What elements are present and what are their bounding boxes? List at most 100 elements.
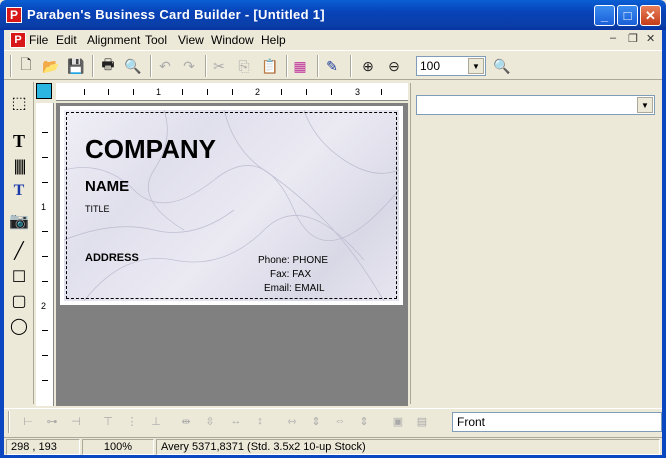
card-side-select[interactable]: Front <box>452 412 662 432</box>
document-icon[interactable]: P <box>10 32 26 48</box>
name-text[interactable]: NAME <box>85 178 129 195</box>
ruler-tick <box>42 380 48 381</box>
mdi-restore-button[interactable]: ❐ <box>628 32 638 45</box>
menu-alignment[interactable]: Alignment <box>87 33 140 47</box>
ruler-tick <box>42 157 48 158</box>
color-grid-icon[interactable]: ▦ <box>290 56 310 76</box>
toolbar-grip <box>8 411 10 433</box>
redo-icon[interactable]: ↷ <box>179 56 199 76</box>
design-canvas[interactable]: COMPANY NAME TITLE ADDRESS Phone: PHONE … <box>56 103 408 406</box>
app-icon[interactable]: P <box>6 7 22 23</box>
menu-edit[interactable]: Edit <box>56 33 77 47</box>
art-text-tool-icon[interactable]: T <box>8 180 30 202</box>
maximize-button[interactable]: □ <box>617 5 638 26</box>
phone-value: PHONE <box>292 255 329 266</box>
align-top-icon[interactable]: ⊤ <box>98 415 118 431</box>
email-line[interactable]: Email: EMAIL <box>264 283 325 294</box>
ellipse-tool-icon[interactable]: ◯ <box>8 315 30 337</box>
mdi-close-button[interactable]: ✕ <box>646 32 655 45</box>
zoom-select[interactable]: 100 ▼ <box>416 56 486 76</box>
phone-label: Phone: <box>258 255 290 266</box>
ruler-tick <box>84 89 85 95</box>
send-to-back-icon[interactable]: ▤ <box>412 415 432 431</box>
ruler-tick <box>381 89 382 95</box>
print-icon[interactable]: 🖶 <box>98 56 118 76</box>
toolbar-separator <box>92 55 94 77</box>
distribute-h-icon[interactable]: ⇹ <box>176 415 196 431</box>
ruler-tick <box>42 281 48 282</box>
space-h-icon[interactable]: ⇿ <box>282 415 302 431</box>
barcode-tool-icon[interactable]: ||||| <box>8 156 30 178</box>
bring-to-front-icon[interactable]: ▣ <box>388 415 408 431</box>
ruler-corner[interactable] <box>36 83 52 99</box>
align-right-icon[interactable]: ⊣ <box>66 415 86 431</box>
window-frame-right <box>662 30 666 458</box>
address-text[interactable]: ADDRESS <box>85 252 139 264</box>
mdi-minimize-button[interactable]: – <box>610 32 616 44</box>
ruler-tick <box>306 89 307 95</box>
select-tool-icon[interactable]: ⬚ <box>8 92 30 114</box>
same-height-icon[interactable]: ↕ <box>250 415 270 431</box>
toolbar-separator <box>350 55 352 77</box>
fax-label: Fax: <box>270 269 290 280</box>
save-icon[interactable]: 💾 <box>66 56 86 76</box>
space-v-icon[interactable]: ⇕ <box>306 415 326 431</box>
menu-tool[interactable]: Tool <box>145 33 167 47</box>
same-width-icon[interactable]: ↔ <box>226 415 246 431</box>
open-folder-icon[interactable]: 📂 <box>41 56 61 76</box>
fax-line[interactable]: Fax: FAX <box>270 269 311 280</box>
title-text[interactable]: TITLE <box>85 204 110 214</box>
zoom-in-icon[interactable]: ⊕ <box>358 56 378 76</box>
toolbar-separator <box>205 55 207 77</box>
company-text[interactable]: COMPANY <box>85 134 216 165</box>
distribute-v-icon[interactable]: ⇳ <box>200 415 220 431</box>
zoom-out-icon[interactable]: ⊖ <box>384 56 404 76</box>
toolbar-separator <box>317 55 319 77</box>
menu-view[interactable]: View <box>178 33 204 47</box>
tool-palette: ⬚ T ||||| T 📷 ╱ ☐ ▢ ◯ <box>4 82 34 404</box>
cut-icon[interactable]: ✂ <box>209 56 229 76</box>
ruler-tick <box>232 89 233 95</box>
align-bottom-icon[interactable]: ⊥ <box>146 415 166 431</box>
align-left-icon[interactable]: ⊢ <box>18 415 38 431</box>
phone-line[interactable]: Phone: PHONE <box>258 255 328 266</box>
center-page-v-icon[interactable]: ⇕ <box>354 415 374 431</box>
stock-info: Avery 5371,8371 (Std. 3.5x2 10-up Stock) <box>156 439 660 455</box>
edit-properties-icon[interactable]: ✎ <box>322 56 342 76</box>
align-center-h-icon[interactable]: ⊶ <box>42 415 62 431</box>
paste-icon[interactable]: 📋 <box>260 56 280 76</box>
menu-help[interactable]: Help <box>261 33 286 47</box>
close-button[interactable]: ✕ <box>640 5 661 26</box>
ruler-tick <box>42 231 48 232</box>
magnifier-icon[interactable]: 🔍 <box>492 56 512 76</box>
toolbar-separator <box>150 55 152 77</box>
rectangle-tool-icon[interactable]: ☐ <box>8 266 30 288</box>
email-value: EMAIL <box>294 283 325 294</box>
chevron-down-icon[interactable]: ▼ <box>468 58 484 74</box>
new-file-icon[interactable]: 🗋 <box>16 56 36 76</box>
align-middle-icon[interactable]: ⋮ <box>122 415 142 431</box>
menu-window[interactable]: Window <box>211 33 254 47</box>
alignment-toolbar: ⊢ ⊶ ⊣ ⊤ ⋮ ⊥ ⇹ ⇳ ↔ ↕ ⇿ ⇕ ⇔ ⇕ ▣ ▤ Front <box>4 408 662 436</box>
business-card[interactable]: COMPANY NAME TITLE ADDRESS Phone: PHONE … <box>60 106 403 305</box>
ruler-tick <box>207 89 208 95</box>
menu-file[interactable]: File <box>29 33 48 47</box>
image-tool-icon[interactable]: 📷 <box>8 210 30 232</box>
undo-icon[interactable]: ↶ <box>155 56 175 76</box>
vertical-ruler: 1 2 <box>36 103 54 406</box>
copy-icon[interactable]: ⎘ <box>234 56 254 76</box>
print-preview-icon[interactable]: 🔍 <box>123 56 143 76</box>
ruler-tick <box>42 355 48 356</box>
center-page-h-icon[interactable]: ⇔ <box>330 415 350 431</box>
ruler-tick <box>42 330 48 331</box>
status-zoom: 100% <box>82 439 154 455</box>
cursor-coordinates: 298 , 193 <box>6 439 80 455</box>
minimize-button[interactable]: _ <box>594 5 615 26</box>
email-label: Email: <box>264 283 292 294</box>
text-tool-icon[interactable]: T <box>8 130 30 152</box>
rounded-rectangle-tool-icon[interactable]: ▢ <box>8 290 30 312</box>
chevron-down-icon[interactable]: ▼ <box>637 97 653 113</box>
line-tool-icon[interactable]: ╱ <box>8 240 30 262</box>
object-select[interactable]: ▼ <box>416 95 655 115</box>
ruler-tick <box>281 89 282 95</box>
